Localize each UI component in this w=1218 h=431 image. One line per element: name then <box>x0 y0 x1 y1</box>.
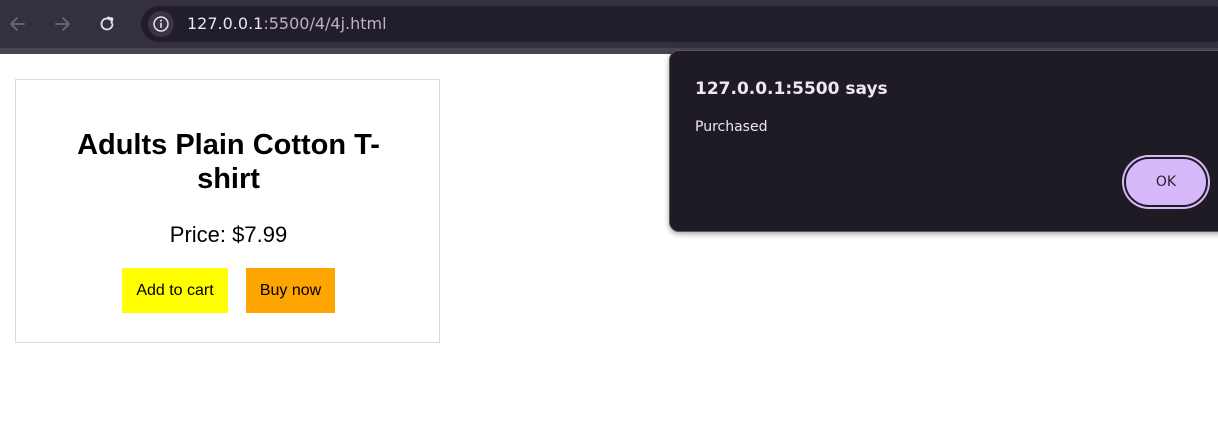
alert-dialog: 127.0.0.1:5500 says Purchased OK <box>669 50 1218 232</box>
product-price: Price: $7.99 <box>169 222 288 247</box>
back-button[interactable] <box>2 8 34 40</box>
arrow-right-icon <box>55 17 70 31</box>
ok-button[interactable]: OK <box>1124 157 1208 207</box>
buy-now-button[interactable]: Buy now <box>246 268 335 313</box>
dialog-title: 127.0.0.1:5500 says <box>695 79 888 99</box>
product-title: Adults Plain Cotton T-shirt <box>77 129 380 195</box>
url-host: 127.0.0.1 <box>187 14 264 33</box>
url-text[interactable]: 127.0.0.1:5500/4/4j.html <box>187 6 387 42</box>
product-card: Adults Plain Cotton T-shirt Price: $7.99… <box>15 79 440 343</box>
forward-button[interactable] <box>46 8 78 40</box>
url-path: :5500/4/4j.html <box>263 14 387 33</box>
dialog-message: Purchased <box>695 119 768 135</box>
browser-toolbar: 127.0.0.1:5500/4/4j.html <box>0 0 1218 48</box>
add-to-cart-button[interactable]: Add to cart <box>122 268 228 313</box>
reload-button[interactable] <box>91 8 123 40</box>
arrow-left-icon <box>10 17 25 31</box>
site-info-button[interactable] <box>148 11 174 37</box>
reload-icon <box>100 16 114 31</box>
address-bar[interactable]: 127.0.0.1:5500/4/4j.html <box>141 6 1218 42</box>
info-icon <box>153 16 169 32</box>
